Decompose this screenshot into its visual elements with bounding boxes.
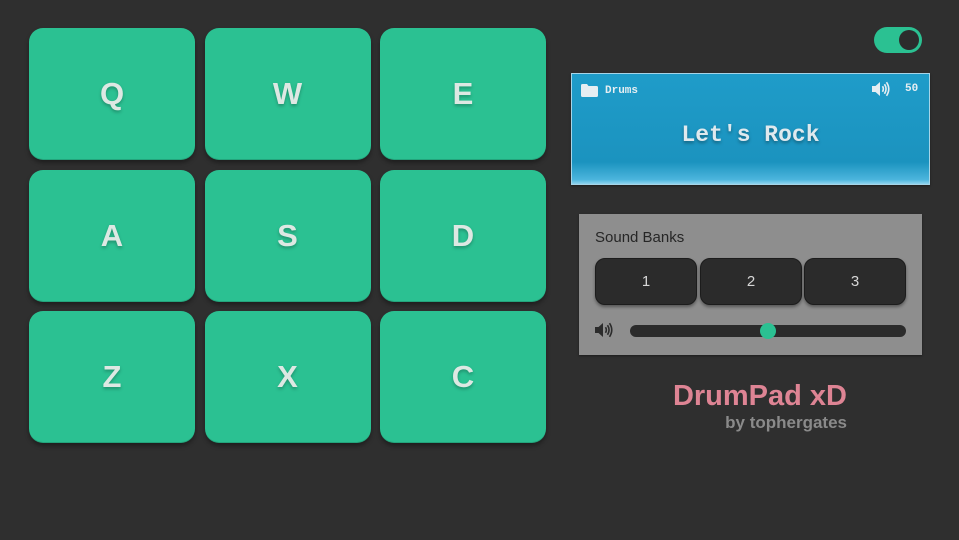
folder-icon xyxy=(581,84,598,97)
bank-button-label: 2 xyxy=(746,273,756,290)
current-bank-name: Drums xyxy=(605,85,639,97)
speaker-icon xyxy=(872,81,890,97)
drum-pad-c[interactable]: C xyxy=(380,311,546,443)
drum-pad-z[interactable]: Z xyxy=(29,311,195,443)
volume-slider[interactable] xyxy=(630,323,906,339)
speaker-icon xyxy=(595,322,613,338)
drum-pad-grid: Q W E A S D Z X C xyxy=(29,28,546,443)
drum-pad-a[interactable]: A xyxy=(29,169,195,302)
pad-key-label: X xyxy=(277,359,298,394)
pad-key-label: D xyxy=(451,217,475,253)
sound-banks-title: Sound Banks xyxy=(595,229,685,246)
pad-key-label: Z xyxy=(102,359,122,394)
volume-readout: 50 xyxy=(905,83,919,95)
drum-pad-s[interactable]: S xyxy=(204,169,371,302)
pad-key-label: A xyxy=(100,217,124,253)
bank-3-button[interactable]: 3 xyxy=(804,258,906,305)
pad-key-label: S xyxy=(277,217,298,253)
brand: DrumPad xD by tophergates xyxy=(656,378,847,432)
pad-key-label: Q xyxy=(99,76,125,111)
bank-2-button[interactable]: 2 xyxy=(700,258,802,305)
app-title: DrumPad xD xyxy=(672,380,847,412)
pad-key-label: C xyxy=(451,359,475,394)
volume-slider-thumb[interactable] xyxy=(760,323,776,339)
drum-pad-w[interactable]: W xyxy=(204,28,371,160)
bank-button-label: 3 xyxy=(850,273,860,290)
bank-1-button[interactable]: 1 xyxy=(595,258,697,305)
app-author: by tophergates xyxy=(725,413,847,432)
drum-pad-x[interactable]: X xyxy=(204,311,371,443)
drum-pad-d[interactable]: D xyxy=(380,169,546,302)
pad-key-label: W xyxy=(272,76,303,111)
drum-pad-q[interactable]: Q xyxy=(29,28,195,160)
display-message: Let's Rock xyxy=(681,122,820,148)
power-toggle[interactable] xyxy=(874,27,922,53)
drum-pad-e[interactable]: E xyxy=(380,28,546,160)
power-toggle-knob xyxy=(899,30,919,50)
display-screen: Drums 50 Let's Rock xyxy=(571,73,930,185)
pad-key-label: E xyxy=(452,76,474,111)
control-panel: Sound Banks 1 2 3 xyxy=(579,214,922,355)
bank-button-label: 1 xyxy=(641,273,651,290)
